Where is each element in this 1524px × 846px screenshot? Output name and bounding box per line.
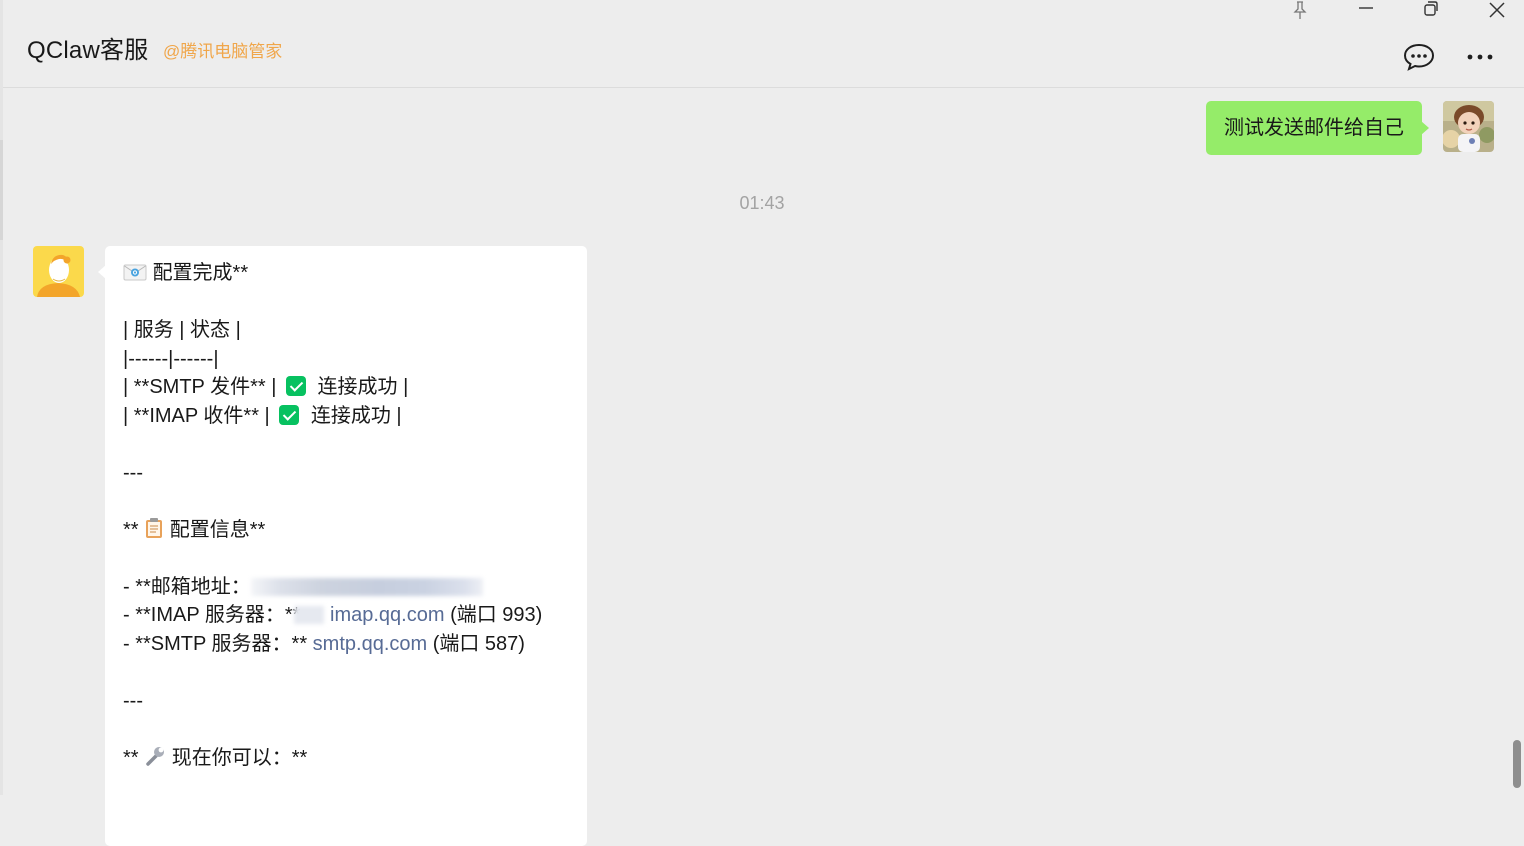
close-icon[interactable] xyxy=(1477,0,1517,22)
email-address-label: - **邮箱地址： xyxy=(123,575,251,598)
chat-bubble-icon[interactable] xyxy=(1402,42,1436,72)
left-edge-segment xyxy=(0,140,3,240)
imap-server-label: - **IMAP 服务器：** xyxy=(123,604,301,626)
my-avatar[interactable] xyxy=(1443,101,1494,152)
chat-title: QClaw客服 xyxy=(27,37,149,64)
table-header-line: | 服务 | 状态 | xyxy=(123,319,241,341)
smtp-service-cell: | **SMTP 发件** | xyxy=(123,376,277,398)
check-mark-icon xyxy=(279,404,300,425)
clipboard-icon xyxy=(144,517,164,548)
email-address-line: - **邮箱地址： xyxy=(123,573,583,602)
table-row-imap: | **IMAP 收件** | 连接成功 | xyxy=(123,402,583,431)
more-icon[interactable] xyxy=(1463,42,1497,72)
incoming-message-bubble[interactable]: 配置完成** | 服务 | 状态 | |------|------| | **S… xyxy=(98,246,587,846)
bot-avatar[interactable] xyxy=(33,246,84,297)
chat-header: QClaw客服 @腾讯电脑管家 xyxy=(3,0,1524,88)
incoming-message-content: 配置完成** | 服务 | 状态 | |------|------| | **S… xyxy=(123,259,583,772)
config-done-text: 配置完成** xyxy=(152,262,249,284)
check-mark-icon xyxy=(285,376,306,396)
config-info-heading: ** 配置信息** xyxy=(123,516,583,545)
smtp-server-label: - **SMTP 服务器：** xyxy=(123,632,308,655)
imap-service-cell: | **IMAP 收件** | xyxy=(123,404,270,427)
smtp-port-text: (端口 587) xyxy=(432,632,525,655)
imap-host-link[interactable]: imap.qq.com xyxy=(330,604,445,626)
table-separator-line: |------|------| xyxy=(123,347,219,370)
config-info-prefix: ** xyxy=(123,518,139,541)
table-row-smtp: | **SMTP 发件** | 连接成功 | xyxy=(123,373,583,402)
email-envelope-icon xyxy=(123,262,147,291)
restore-icon[interactable] xyxy=(1411,0,1451,22)
horizontal-rule-1: --- xyxy=(123,461,143,484)
minimize-icon[interactable] xyxy=(1346,0,1386,22)
chat-scrollbar[interactable] xyxy=(1513,740,1521,788)
config-done-line: 配置完成** xyxy=(123,259,583,288)
wrench-icon xyxy=(144,745,166,776)
pin-icon[interactable] xyxy=(1280,0,1320,22)
imap-server-line: - **IMAP 服务器：** imap.qq.com (端口 993) xyxy=(123,601,583,630)
horizontal-rule-2: --- xyxy=(123,689,143,712)
imap-status-cell: 连接成功 | xyxy=(310,404,402,427)
outgoing-message-text: 测试发送邮件给自己 xyxy=(1224,117,1404,139)
redacted-email xyxy=(250,577,483,596)
now-you-can-text: 现在你可以：** xyxy=(171,746,308,769)
now-you-can-heading: ** 现在你可以：** xyxy=(123,744,583,773)
now-you-can-prefix: ** xyxy=(123,746,139,769)
outgoing-message-bubble[interactable]: 测试发送邮件给自己 xyxy=(1206,101,1429,155)
smtp-host-link[interactable]: smtp.qq.com xyxy=(313,633,427,655)
redacted-fragment xyxy=(294,606,325,624)
imap-port-text: (端口 993) xyxy=(450,604,543,626)
smtp-status-cell: 连接成功 | xyxy=(317,376,409,398)
message-timestamp: 01:43 xyxy=(739,193,785,213)
chat-subtitle[interactable]: @腾讯电脑管家 xyxy=(163,37,282,62)
config-info-text: 配置信息** xyxy=(169,518,266,541)
window-left-edge xyxy=(0,0,3,795)
smtp-server-line: - **SMTP 服务器：** smtp.qq.com (端口 587) xyxy=(123,630,583,659)
